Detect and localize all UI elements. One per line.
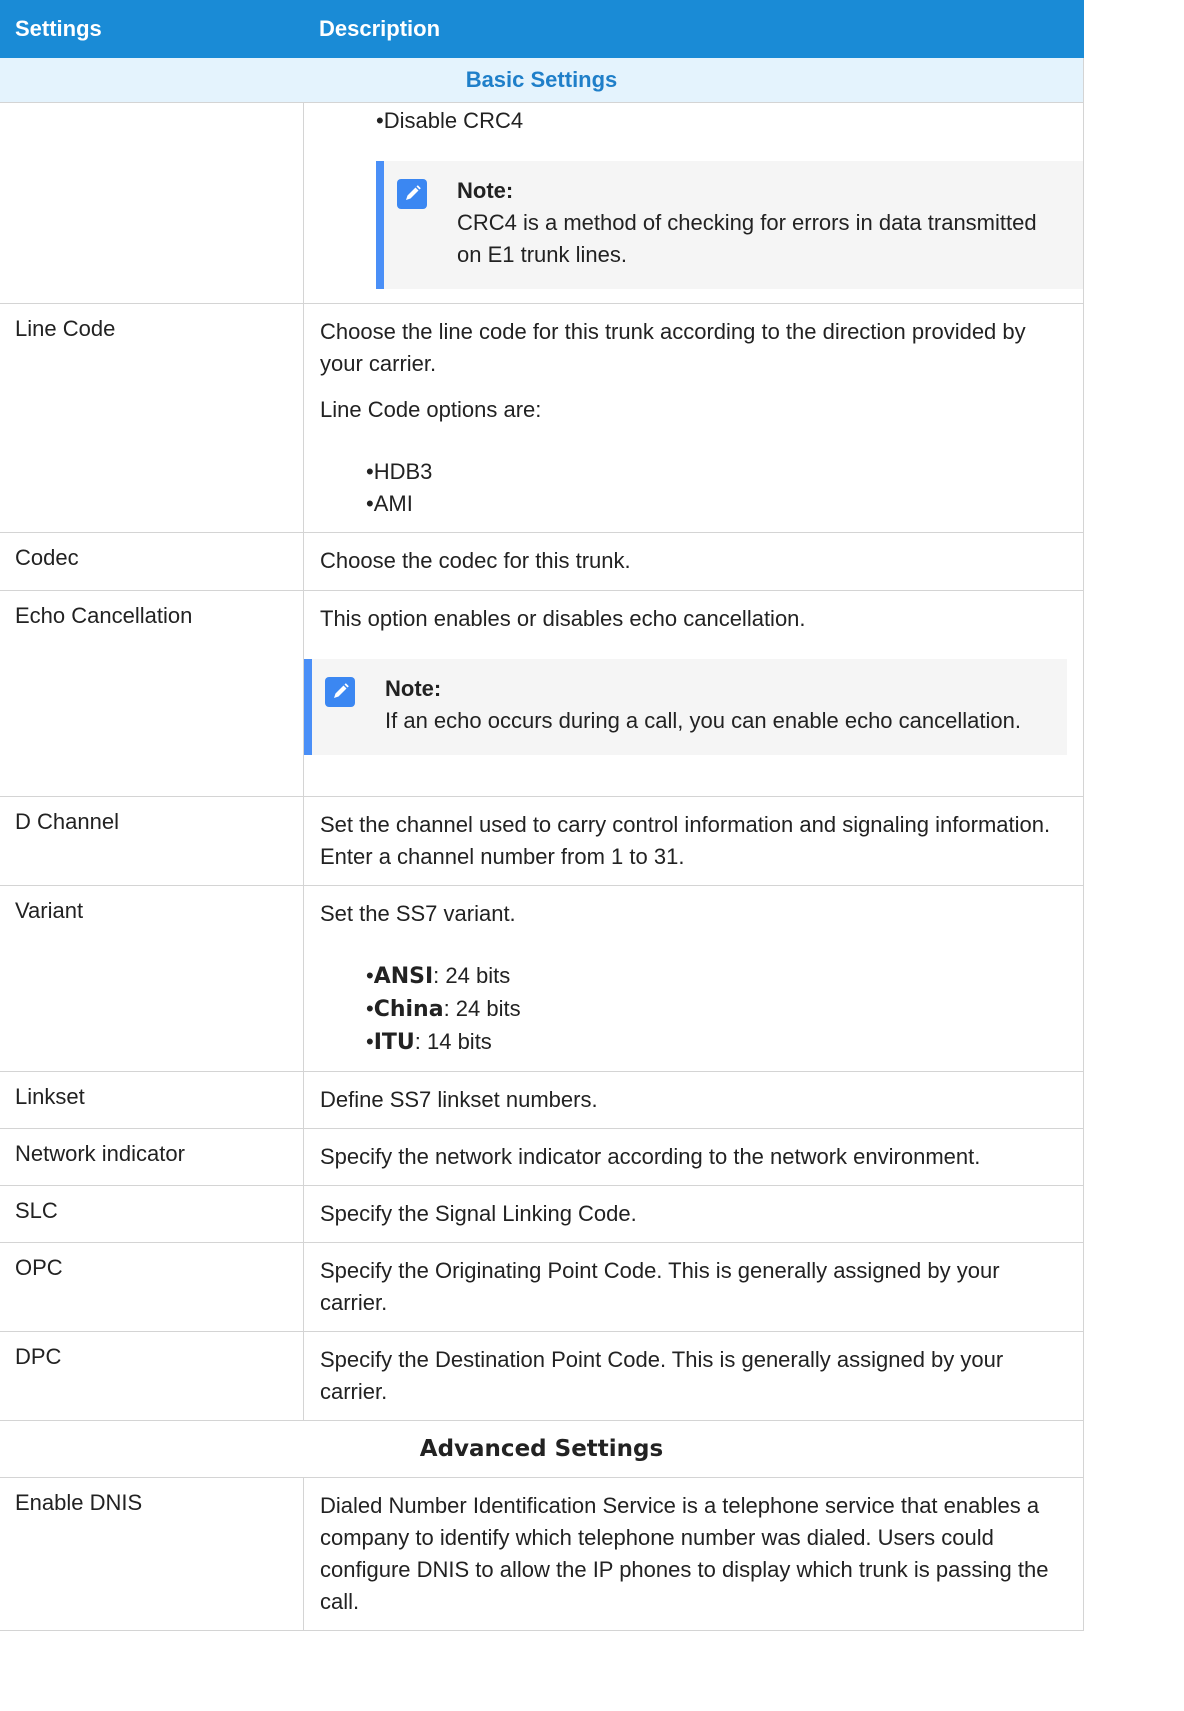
setting-name: Variant (0, 885, 304, 1072)
table-row-enable-dnis: Enable DNIS Dialed Number Identification… (0, 1477, 1084, 1631)
setting-name: OPC (0, 1242, 304, 1332)
setting-description-variant: Set the SS7 variant. ANSI: 24 bits China… (303, 885, 1084, 1072)
table-row-linkset: Linkset Define SS7 linkset numbers. (0, 1071, 1084, 1129)
setting-name: DPC (0, 1331, 304, 1421)
list-item: ANSI: 24 bits (366, 960, 1067, 993)
setting-name: Linkset (0, 1071, 304, 1129)
list-item: ITU: 14 bits (366, 1026, 1067, 1059)
table-row-dpc: DPC Specify the Destination Point Code. … (0, 1331, 1084, 1421)
note-edit-icon (325, 677, 355, 707)
setting-description: Specify the Destination Point Code. This… (303, 1331, 1084, 1421)
list-item: HDB3 (366, 456, 1067, 488)
setting-name: Codec (0, 532, 304, 591)
setting-name-empty (0, 102, 304, 304)
line-code-option-list: HDB3 AMI (320, 456, 1067, 520)
variant-key: China (373, 997, 444, 1022)
note-callout-echo: Note: If an echo occurs during a call, y… (304, 659, 1067, 755)
setting-description: Set the channel used to carry control in… (303, 796, 1084, 886)
list-item: Disable CRC4 (376, 105, 1083, 137)
table-row-opc: OPC Specify the Originating Point Code. … (0, 1242, 1084, 1332)
list-item: AMI (366, 488, 1067, 520)
setting-name: D Channel (0, 796, 304, 886)
setting-description-echo: This option enables or disables echo can… (303, 590, 1084, 797)
setting-description-crc4: Disable CRC4 Note: CRC4 is a method of c… (303, 102, 1084, 304)
description-text: Choose the line code for this trunk acco… (320, 319, 1026, 376)
setting-description: Define SS7 linkset numbers. (303, 1071, 1084, 1129)
table-row-echo-cancellation: Echo Cancellation This option enables or… (0, 590, 1084, 797)
variant-key: ITU (373, 1030, 415, 1055)
setting-name: Line Code (0, 303, 304, 533)
settings-table: Settings Description Basic Settings Disa… (0, 0, 1084, 1631)
setting-description: Dialed Number Identification Service is … (303, 1477, 1084, 1631)
section-row-basic: Basic Settings (0, 57, 1084, 103)
setting-name: Network indicator (0, 1128, 304, 1186)
variant-key: ANSI (373, 964, 434, 989)
setting-description: Specify the network indicator according … (303, 1128, 1084, 1186)
table-row-crc4: Disable CRC4 Note: CRC4 is a method of c… (0, 102, 1084, 304)
section-title-advanced: Advanced Settings (0, 1420, 1084, 1478)
table-row-network-indicator: Network indicator Specify the network in… (0, 1128, 1084, 1186)
setting-description: Specify the Originating Point Code. This… (303, 1242, 1084, 1332)
list-item: China: 24 bits (366, 993, 1067, 1026)
variant-option-list: ANSI: 24 bits China: 24 bits ITU: 14 bit… (320, 960, 1067, 1059)
variant-value: : 24 bits (433, 963, 511, 988)
setting-description: Specify the Signal Linking Code. (303, 1185, 1084, 1243)
note-title: Note: (457, 178, 514, 203)
variant-value: : 14 bits (414, 1029, 492, 1054)
description-text: Set the SS7 variant. (320, 901, 516, 926)
setting-description-line-code: Choose the line code for this trunk acco… (303, 303, 1084, 533)
options-intro-text: Line Code options are: (320, 397, 542, 422)
note-text: If an echo occurs during a call, you can… (385, 708, 1021, 733)
description-column-header: Description (303, 0, 1084, 58)
section-row-advanced: Advanced Settings (0, 1420, 1084, 1478)
crc4-option-list: Disable CRC4 (376, 105, 1083, 137)
table-row-d-channel: D Channel Set the channel used to carry … (0, 796, 1084, 886)
note-edit-icon (397, 179, 427, 209)
table-header-row: Settings Description (0, 0, 1084, 58)
note-title: Note: (385, 676, 442, 701)
setting-description: Choose the codec for this trunk. (303, 532, 1084, 591)
description-text: This option enables or disables echo can… (320, 606, 806, 631)
table-row-slc: SLC Specify the Signal Linking Code. (0, 1185, 1084, 1243)
settings-column-header: Settings (0, 0, 304, 58)
note-callout-crc4: Note: CRC4 is a method of checking for e… (376, 161, 1083, 289)
variant-value: : 24 bits (443, 996, 521, 1021)
section-title-basic: Basic Settings (0, 57, 1084, 103)
table-row-line-code: Line Code Choose the line code for this … (0, 303, 1084, 533)
note-text: CRC4 is a method of checking for errors … (457, 210, 1037, 267)
setting-name: Echo Cancellation (0, 590, 304, 797)
table-row-codec: Codec Choose the codec for this trunk. (0, 532, 1084, 591)
setting-name: SLC (0, 1185, 304, 1243)
setting-name: Enable DNIS (0, 1477, 304, 1631)
table-row-variant: Variant Set the SS7 variant. ANSI: 24 bi… (0, 885, 1084, 1072)
